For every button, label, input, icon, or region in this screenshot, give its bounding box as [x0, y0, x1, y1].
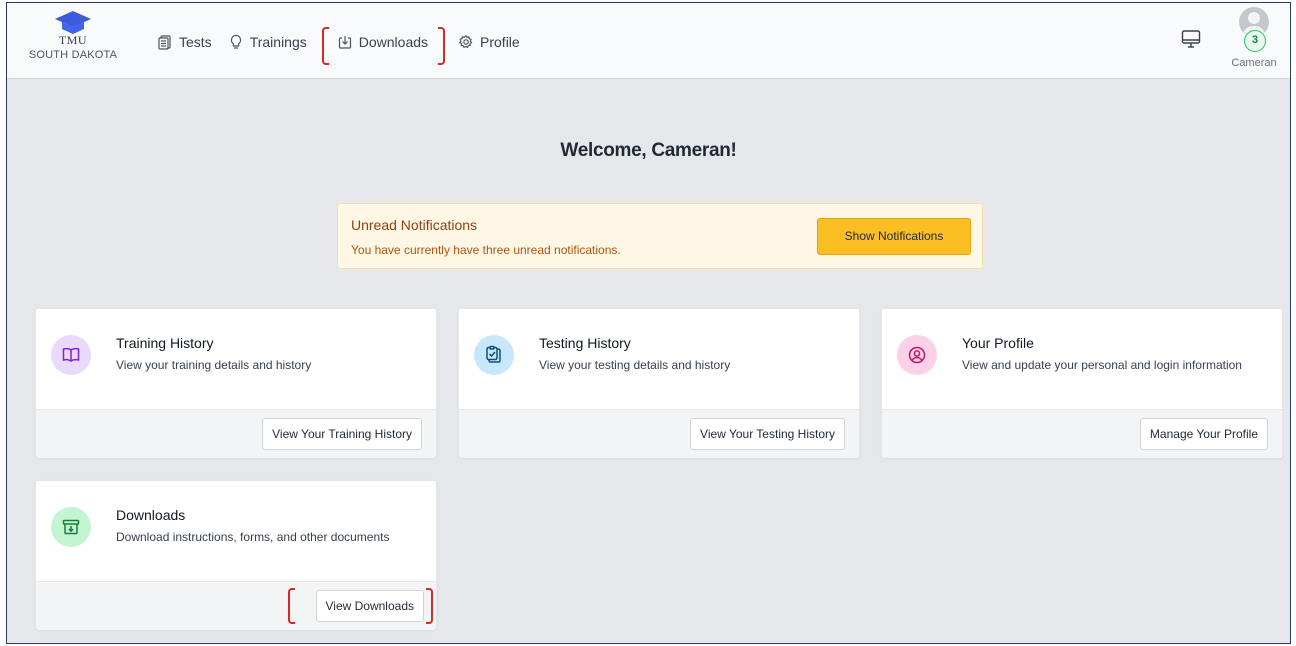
card-footer: View Downloads [36, 581, 436, 630]
card-description: Download instructions, forms, and other … [116, 530, 390, 544]
nav-profile[interactable]: Profile [458, 34, 520, 50]
notification-count-badge: 3 [1244, 30, 1266, 52]
nav-tests[interactable]: Tests [157, 34, 212, 50]
nav-trainings[interactable]: Trainings [228, 34, 307, 50]
card-title: Training History [116, 335, 214, 351]
training-icon-circle [51, 335, 91, 375]
card-title: Downloads [116, 507, 186, 523]
highlight-bracket-right [426, 588, 433, 624]
your-profile-card: Your Profile View and update your person… [881, 308, 1283, 458]
user-name: Cameran [1231, 57, 1277, 69]
brand-name: TMU [58, 33, 88, 47]
highlight-bracket-right [438, 27, 446, 65]
testing-icon-circle [474, 335, 514, 375]
book-icon [62, 347, 80, 362]
monitor-icon[interactable] [1180, 28, 1202, 50]
downloads-card: Downloads Download instructions, forms, … [35, 480, 437, 630]
card-title: Your Profile [962, 335, 1034, 351]
top-navigation-bar: TMU SOUTH DAKOTA Tests Trainings Downloa… [7, 3, 1290, 79]
nav-downloads[interactable]: Downloads [321, 27, 446, 65]
nav-tests-label: Tests [179, 34, 212, 50]
app-frame: TMU SOUTH DAKOTA Tests Trainings Downloa… [6, 2, 1291, 644]
view-training-history-button[interactable]: View Your Training History [262, 418, 422, 450]
highlight-bracket-left [321, 27, 329, 65]
notice-text: You have currently have three unread not… [351, 243, 621, 257]
nav-trainings-label: Trainings [249, 34, 307, 50]
nav-downloads-label: Downloads [358, 34, 429, 50]
brand-subtitle: SOUTH DAKOTA [28, 49, 118, 61]
card-footer: View Your Training History [36, 409, 436, 458]
card-description: View your training details and history [116, 358, 312, 372]
view-testing-history-button[interactable]: View Your Testing History [690, 418, 845, 450]
download-icon [338, 36, 351, 49]
card-description: View your testing details and history [539, 358, 731, 372]
user-circle-icon [908, 346, 926, 364]
highlight-bracket-left [288, 588, 295, 624]
graduation-cap-icon [55, 11, 91, 34]
lightbulb-icon [230, 34, 241, 49]
brand-logo[interactable]: TMU SOUTH DAKOTA [17, 9, 129, 75]
testing-history-card: Testing History View your testing detail… [458, 308, 860, 458]
clipboard-check-icon [486, 345, 501, 363]
page-title: Welcome, Cameran! [560, 140, 737, 161]
profile-icon-circle [897, 335, 937, 375]
main-nav: Tests Trainings Downloads Profile [157, 27, 536, 65]
card-footer: View Your Testing History [459, 409, 859, 458]
view-downloads-button[interactable]: View Downloads [315, 590, 424, 622]
card-footer: Manage Your Profile [882, 409, 1282, 458]
card-description: View and update your personal and login … [962, 358, 1242, 372]
gear-icon [458, 34, 473, 49]
manage-profile-button[interactable]: Manage Your Profile [1139, 418, 1268, 450]
downloads-icon-circle [51, 507, 91, 547]
notice-title: Unread Notifications [351, 217, 478, 233]
user-menu[interactable]: 3 Cameran [1226, 7, 1282, 69]
card-title: Testing History [539, 335, 631, 351]
training-history-card: Training History View your training deta… [35, 308, 437, 458]
document-list-icon [158, 35, 171, 50]
nav-profile-label: Profile [480, 34, 520, 50]
unread-notifications-alert: Unread Notifications You have currently … [337, 203, 983, 269]
archive-download-icon [62, 519, 80, 535]
show-notifications-button[interactable]: Show Notifications [817, 218, 971, 255]
